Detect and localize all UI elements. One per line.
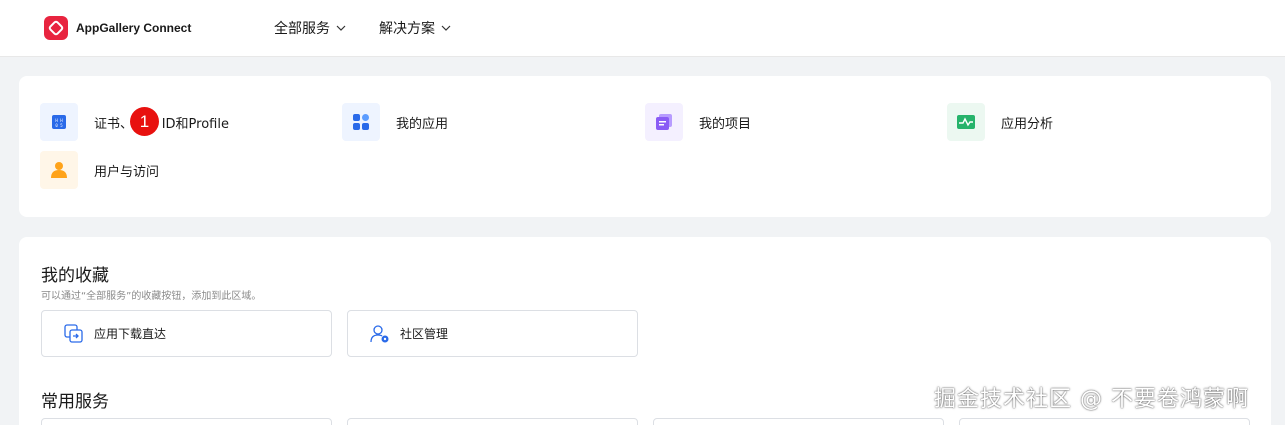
service-card[interactable]	[959, 418, 1250, 425]
favorite-app-download[interactable]: 应用下载直达	[41, 310, 332, 357]
quick-links-card: H H0 5 证书、APP ID和Profile 我的应用 我的项目 应用分析 …	[19, 76, 1271, 217]
quick-link-app-analytics[interactable]: 应用分析	[947, 103, 1053, 141]
nav-all-services[interactable]: 全部服务	[274, 18, 346, 38]
nav-solutions-label: 解决方案	[379, 21, 435, 37]
main-nav: 全部服务 解决方案	[274, 18, 484, 38]
common-services-title: 常用服务	[41, 392, 109, 412]
favorites-title: 我的收藏	[41, 266, 109, 286]
favorite-community-management-label: 社区管理	[400, 327, 449, 341]
user-icon	[40, 151, 78, 189]
community-manage-icon	[370, 324, 389, 342]
favorite-app-download-label: 应用下载直达	[94, 327, 167, 341]
chevron-down-icon	[441, 25, 451, 31]
quick-link-app-analytics-label: 应用分析	[1001, 116, 1054, 132]
service-card[interactable]	[347, 418, 638, 425]
annotation-badge: 1	[130, 107, 159, 136]
download-redirect-icon	[64, 323, 83, 343]
quick-link-users-access-label: 用户与访问	[94, 164, 160, 180]
quick-link-users-access[interactable]: 用户与访问	[40, 151, 159, 189]
svg-text:0 5: 0 5	[55, 123, 63, 128]
analytics-icon	[947, 103, 985, 141]
quick-link-my-projects-label: 我的项目	[699, 116, 752, 132]
chevron-down-icon	[336, 25, 346, 31]
favorite-community-management[interactable]: 社区管理	[347, 310, 638, 357]
quick-link-my-apps[interactable]: 我的应用	[342, 103, 448, 141]
service-card[interactable]	[653, 418, 944, 425]
watermark-text: 掘金技术社区 @ 不要卷鸿蒙啊	[934, 387, 1249, 412]
appgallery-logo-icon	[44, 16, 68, 40]
quick-link-my-projects[interactable]: 我的项目	[645, 103, 751, 141]
apps-grid-icon	[342, 103, 380, 141]
project-icon	[645, 103, 683, 141]
favorites-subtitle: 可以通过“全部服务”的收藏按钮，添加到此区域。	[41, 291, 262, 302]
certificate-icon: H H0 5	[40, 103, 78, 141]
top-bar: AppGallery Connect 全部服务 解决方案	[0, 0, 1285, 57]
quick-link-my-apps-label: 我的应用	[396, 116, 449, 132]
nav-all-services-label: 全部服务	[274, 21, 330, 37]
brand-name: AppGallery Connect	[76, 21, 192, 35]
quick-link-certificates-label: 证书、APP ID和Profile	[94, 116, 229, 132]
service-card[interactable]	[41, 418, 332, 425]
brand[interactable]: AppGallery Connect	[44, 16, 191, 40]
nav-solutions[interactable]: 解决方案	[379, 18, 451, 38]
